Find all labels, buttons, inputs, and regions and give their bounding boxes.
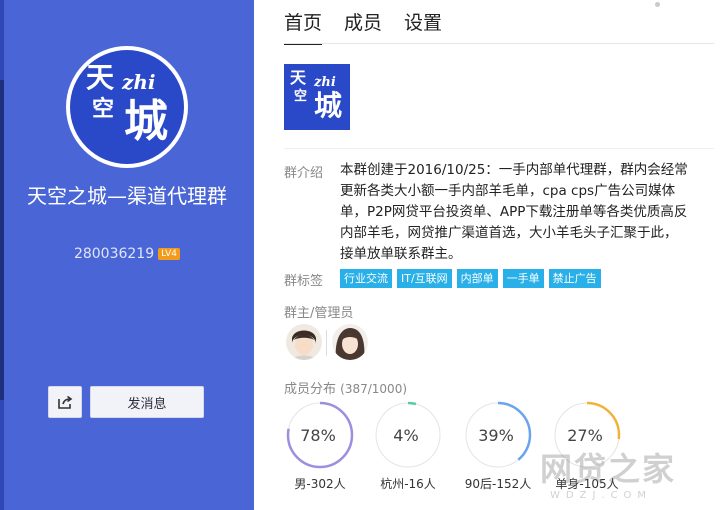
stat-caption: 男-302人 — [294, 477, 346, 491]
watermark-main: 网贷之家 — [540, 450, 677, 488]
stat-percent: 4% — [393, 426, 419, 445]
tag-industry[interactable]: 行业交流 — [340, 269, 392, 288]
owner-avatar-image — [286, 324, 322, 360]
group-name: 天空之城—渠道代理群 — [27, 184, 227, 208]
logo-glyph-tian: 天 — [86, 61, 115, 94]
logo-glyph-kong: 空 — [294, 89, 308, 104]
group-avatar-square[interactable]: 天 空 zhi 城 — [284, 64, 350, 130]
tag-it-internet[interactable]: IT/互联网 — [397, 269, 452, 288]
distribution-label: 成员分布 (387/1000) — [284, 378, 407, 397]
group-avatar[interactable]: 天 空 zhi 城 — [66, 46, 188, 168]
stat-percent: 39% — [478, 426, 514, 445]
watermark-logo: 网贷之家 WDZJ.COM — [540, 444, 716, 504]
admin-avatar[interactable] — [332, 324, 368, 360]
stat-caption: 90后-152人 — [464, 477, 532, 491]
tab-settings[interactable]: 设置 — [404, 10, 442, 42]
tag-internal-order[interactable]: 内部单 — [456, 269, 498, 288]
logo-glyph-cheng: 城 — [124, 96, 168, 147]
window-control-dot — [655, 2, 660, 7]
stat-age[interactable]: 39% 90后-152人 — [462, 401, 534, 492]
tab-divider — [284, 43, 714, 44]
tab-members[interactable]: 成员 — [344, 10, 382, 42]
tab-home[interactable]: 首页 — [284, 10, 323, 45]
intro-text: 本群创建于2016/10/25：一手内部单代理群，群内会经常更新各类大小额一手内… — [340, 162, 688, 262]
owner-avatar[interactable] — [286, 324, 322, 360]
admins-label: 群主/管理员 — [284, 306, 354, 321]
group-id: 280036219 — [73, 246, 155, 262]
admin-avatar-image — [332, 324, 368, 360]
tag-no-ads[interactable]: 禁止广告 — [548, 269, 601, 288]
stat-caption: 杭州-16人 — [380, 477, 436, 491]
admin-separator — [326, 330, 327, 356]
stat-city[interactable]: 4% 杭州-16人 — [372, 401, 444, 492]
send-message-button[interactable]: 发消息 — [90, 386, 204, 418]
logo-glyph-kong: 空 — [92, 96, 115, 122]
tab-bar: 首页 成员 设置 — [284, 10, 464, 45]
share-button[interactable] — [48, 386, 82, 418]
watermark-sub: WDZJ.COM — [550, 490, 653, 501]
tags-label: 群标签 — [284, 274, 324, 289]
stat-gender[interactable]: 78% 男-302人 — [284, 401, 356, 492]
logo-glyph-zhi: zhi — [314, 75, 336, 90]
group-id-row: 280036219 LV4 — [0, 246, 254, 262]
level-badge: LV4 — [158, 248, 181, 260]
stat-percent: 78% — [300, 426, 336, 445]
logo-glyph-zhi: zhi — [122, 70, 156, 94]
tag-first-hand[interactable]: 一手单 — [502, 269, 544, 288]
group-logo: 天 空 zhi 城 — [70, 50, 184, 164]
share-icon — [58, 395, 73, 409]
member-count: (387/1000) — [340, 382, 408, 396]
intro-label: 群介绍 — [284, 166, 324, 181]
tag-list: 行业交流 IT/互联网 内部单 一手单 禁止广告 — [340, 269, 606, 288]
logo-glyph-tian: 天 — [290, 68, 307, 87]
distribution-title: 成员分布 — [284, 382, 337, 397]
group-profile-panel: 天 空 zhi 城 天空之城—渠道代理群 280036219 LV4 发消息 — [0, 0, 254, 510]
stat-percent: 27% — [567, 426, 603, 445]
section-divider — [284, 148, 714, 149]
logo-glyph-cheng: 城 — [314, 89, 343, 122]
